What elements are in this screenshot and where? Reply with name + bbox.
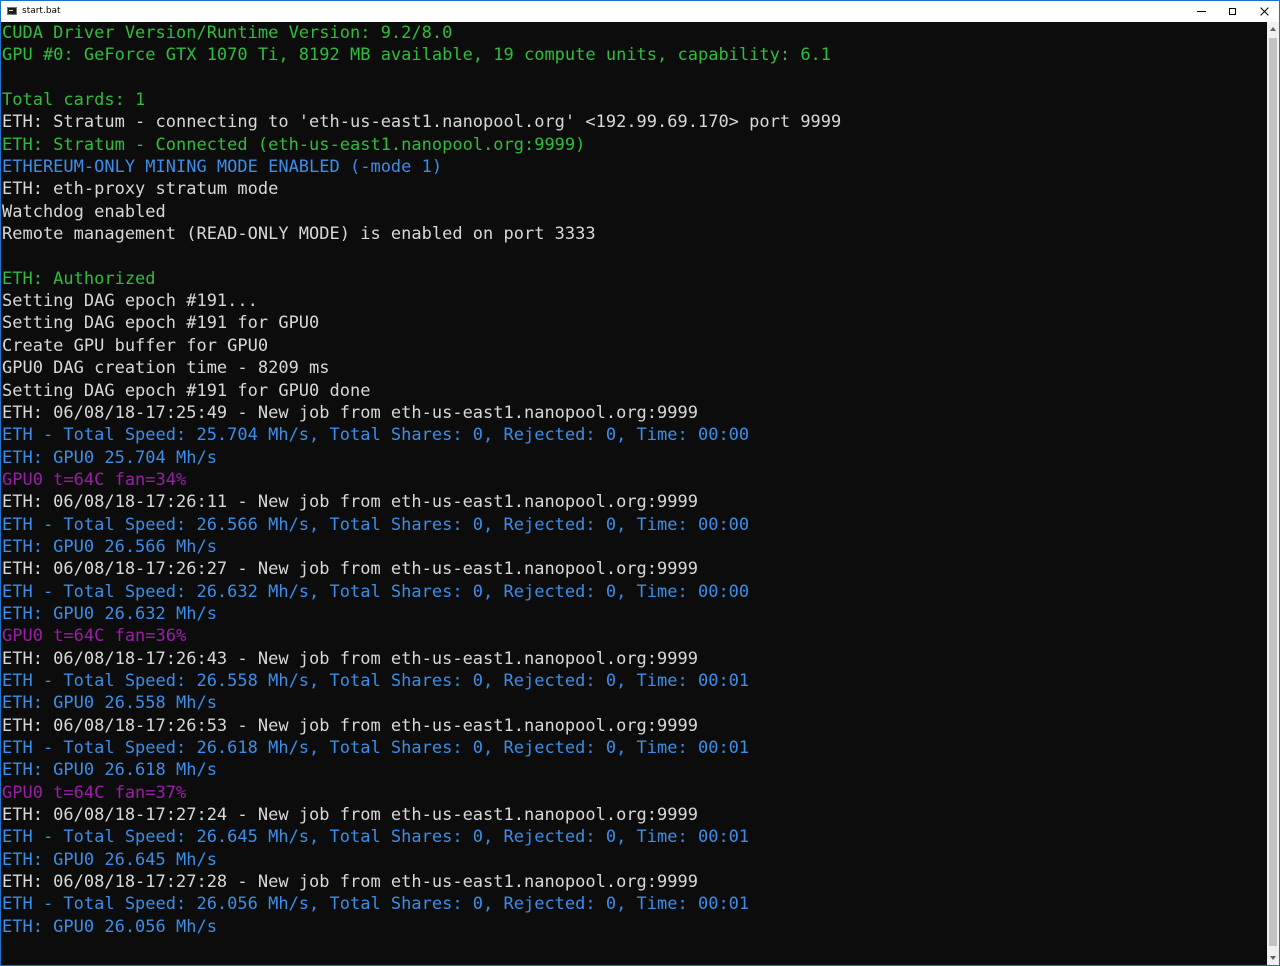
- console-line: Remote management (READ-ONLY MODE) is en…: [2, 224, 596, 245]
- console-line: ETH: Authorized: [2, 268, 156, 289]
- console-line: ETH: 06/08/18-17:26:11 - New job from et…: [2, 492, 698, 513]
- console-line: Setting DAG epoch #191 for GPU0 done: [2, 380, 371, 401]
- console-line: Create GPU buffer for GPU0: [2, 335, 269, 356]
- minimize-button[interactable]: [1185, 1, 1217, 22]
- console-line: ETH - Total Speed: 26.632 Mh/s, Total Sh…: [2, 581, 750, 602]
- scroll-up-arrow-icon[interactable]: [1267, 22, 1279, 36]
- console-line: ETH: 06/08/18-17:25:49 - New job from et…: [2, 402, 698, 423]
- console-output[interactable]: CUDA Driver Version/Runtime Version: 9.2…: [1, 22, 1267, 965]
- console-line: ETH: GPU0 26.618 Mh/s: [2, 760, 217, 781]
- console-line: ETH: GPU0 26.558 Mh/s: [2, 693, 217, 714]
- console-line: ETH: 06/08/18-17:26:43 - New job from et…: [2, 648, 698, 669]
- console-line: ETH: GPU0 26.566 Mh/s: [2, 536, 217, 557]
- minimize-icon: [1196, 11, 1206, 12]
- console-line: ETH - Total Speed: 26.618 Mh/s, Total Sh…: [2, 738, 750, 758]
- vertical-scrollbar[interactable]: [1267, 22, 1279, 965]
- maximize-button[interactable]: [1216, 1, 1248, 22]
- console-line: ETH: GPU0 26.632 Mh/s: [2, 603, 217, 624]
- console-line: ETH - Total Speed: 26.566 Mh/s, Total Sh…: [2, 514, 750, 535]
- scroll-down-arrow-icon[interactable]: [1267, 951, 1279, 965]
- console-line: ETH: 06/08/18-17:27:24 - New job from et…: [2, 805, 698, 826]
- console-line: GPU0 t=64C fan=36%: [2, 626, 187, 647]
- console-line: GPU0 DAG creation time - 8209 ms: [2, 358, 330, 379]
- console-line: GPU0 t=64C fan=34%: [2, 469, 187, 490]
- scroll-thumb[interactable]: [1269, 38, 1277, 946]
- close-button[interactable]: [1248, 1, 1279, 22]
- console-line: ETH: 06/08/18-17:26:27 - New job from et…: [2, 559, 698, 580]
- console-line: GPU0 t=64C fan=37%: [2, 782, 187, 803]
- console-line: Setting DAG epoch #191...: [2, 291, 258, 312]
- console-line: ETH: eth-proxy stratum mode: [2, 179, 279, 200]
- console-window: start.bat CUDA Driver Version/Runtime Ve…: [0, 0, 1280, 966]
- console-line: Setting DAG epoch #191 for GPU0: [2, 313, 320, 334]
- maximize-icon: [1228, 8, 1236, 15]
- console-line: ETH - Total Speed: 26.645 Mh/s, Total Sh…: [2, 827, 750, 848]
- console-icon[interactable]: [7, 7, 17, 15]
- console-line: ETH: 06/08/18-17:26:53 - New job from et…: [2, 715, 698, 736]
- console-line: ETH: Stratum - Connected (eth-us-east1.n…: [2, 134, 586, 155]
- window-title: start.bat: [22, 6, 61, 16]
- console-line: Watchdog enabled: [2, 201, 166, 222]
- console-line: ETH: GPU0 26.056 Mh/s: [2, 916, 217, 937]
- console-line: CUDA Driver Version/Runtime Version: 9.2…: [2, 23, 453, 43]
- console-line: Total cards: 1: [2, 90, 146, 111]
- console-line: ETH: 06/08/18-17:27:28 - New job from et…: [2, 872, 698, 893]
- console-line: ETH - Total Speed: 26.558 Mh/s, Total Sh…: [2, 670, 750, 691]
- title-bar[interactable]: start.bat: [1, 1, 1279, 22]
- console-line: ETH: Stratum - connecting to 'eth-us-eas…: [2, 112, 842, 133]
- console-line: ETH: GPU0 25.704 Mh/s: [2, 447, 217, 468]
- console-line: ETH - Total Speed: 25.704 Mh/s, Total Sh…: [2, 425, 750, 446]
- console-line: ETH: GPU0 26.645 Mh/s: [2, 849, 217, 870]
- console-line: ETHEREUM-ONLY MINING MODE ENABLED (-mode…: [2, 157, 443, 178]
- console-line: GPU #0: GeForce GTX 1070 Ti, 8192 MB ava…: [2, 45, 832, 66]
- console-line: ETH - Total Speed: 26.056 Mh/s, Total Sh…: [2, 894, 750, 915]
- close-icon: [1260, 7, 1269, 16]
